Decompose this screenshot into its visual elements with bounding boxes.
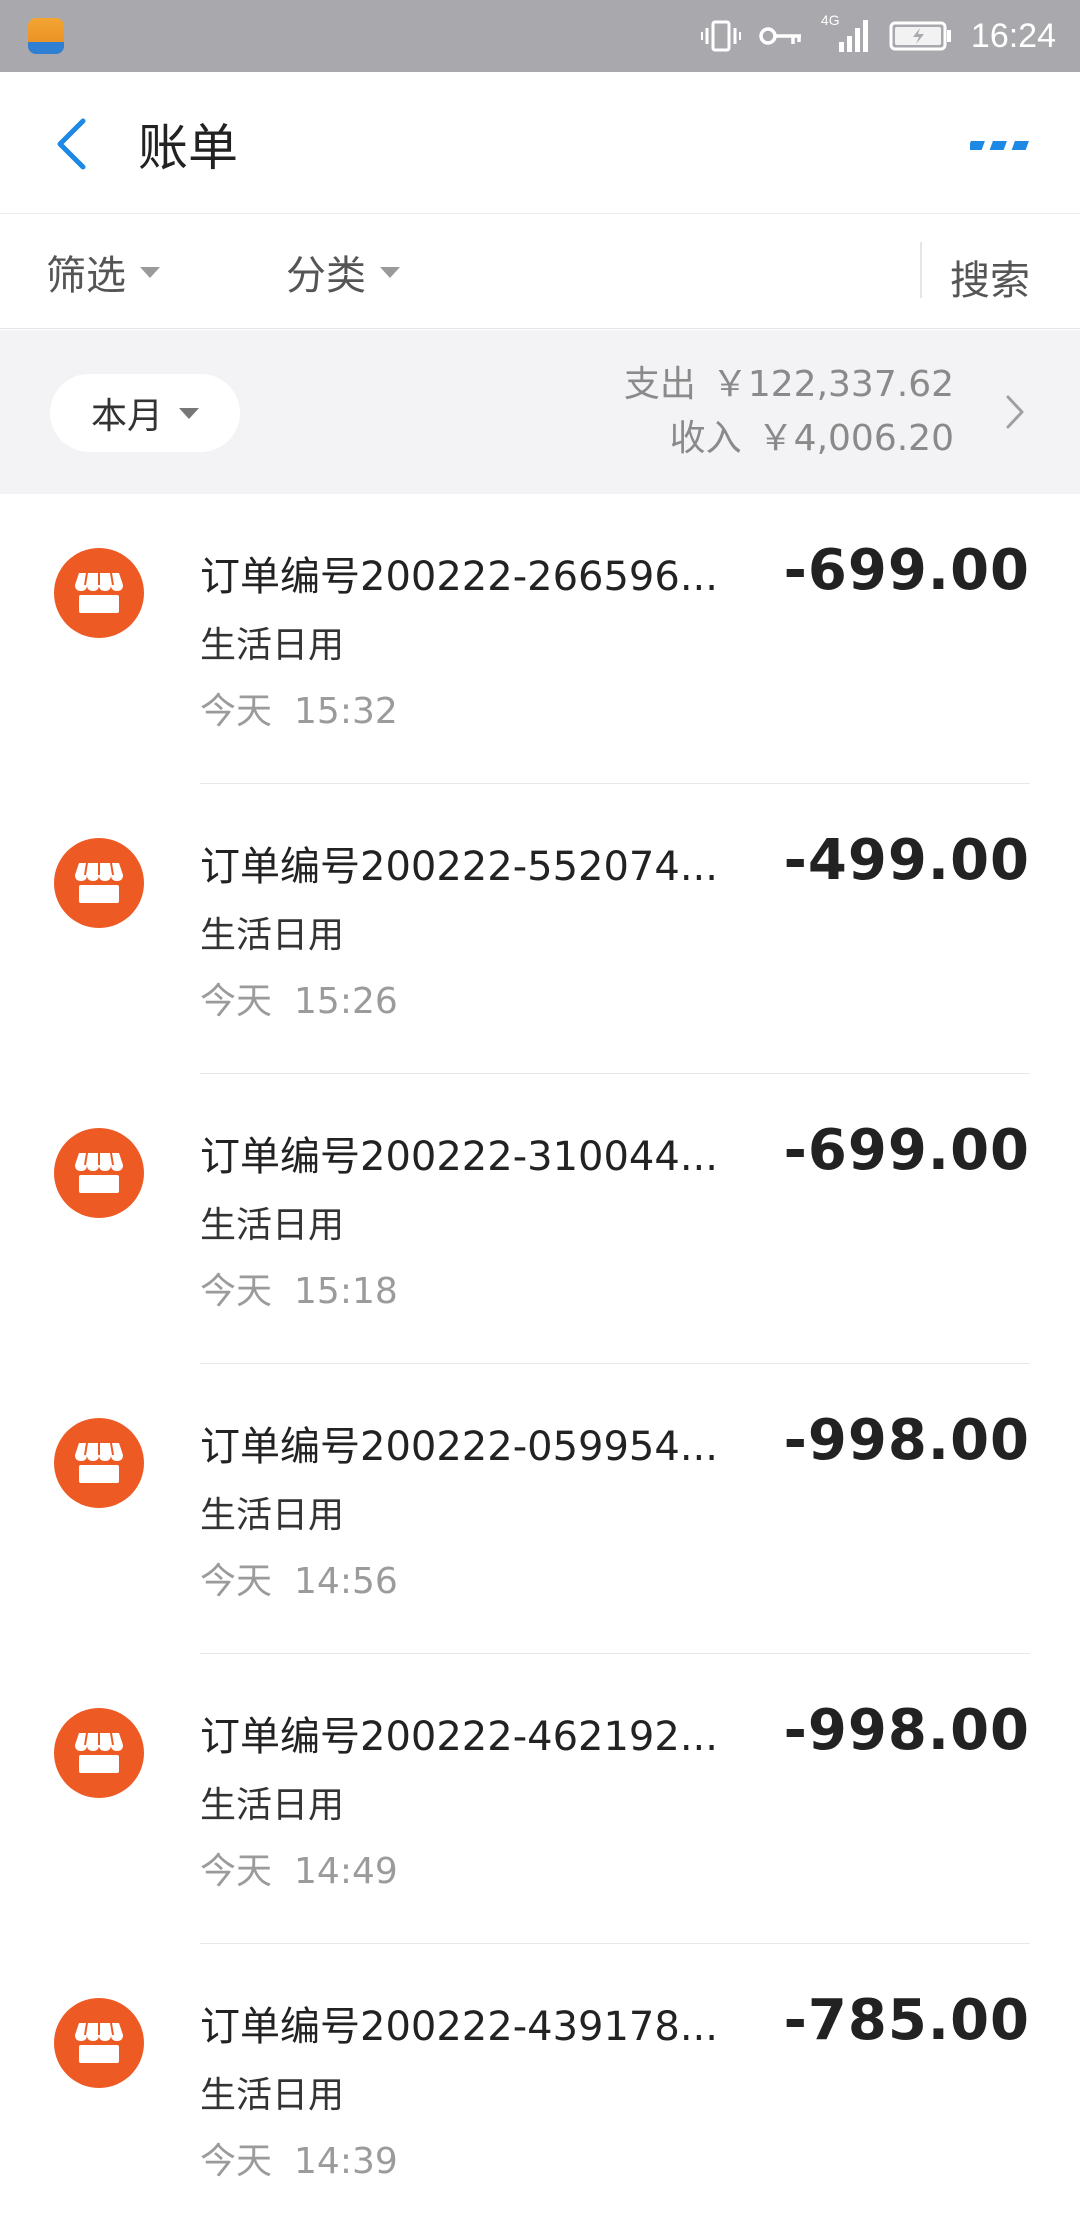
transaction-amount: -998.00 [783, 1408, 1030, 1473]
income-label: 收入 [669, 418, 742, 459]
transaction-row[interactable]: 订单编号200222-310044... -699.00 生活日用 今天 15:1… [0, 1074, 1080, 1364]
transaction-time: 今天 15:18 [200, 1262, 398, 1314]
vibrate-icon [700, 18, 741, 54]
caret-down-icon [179, 407, 199, 419]
transaction-title: 订单编号200222-310044... [200, 1134, 718, 1180]
transaction-category: 生活日用 [200, 2075, 345, 2116]
transaction-title: 订单编号200222-439178... [200, 2004, 718, 2050]
network-type: 4G [820, 12, 840, 28]
battery-icon [889, 21, 953, 51]
transaction-amount: -785.00 [783, 1988, 1030, 2053]
transaction-title: 订单编号200222-552074... [200, 844, 718, 890]
expense-value: ￥122,337.62 [711, 364, 954, 405]
transaction-title: 订单编号200222-462192... [200, 1714, 718, 1760]
transaction-title: 订单编号200222-059954... [200, 1424, 718, 1470]
transaction-time: 今天 14:49 [200, 1842, 398, 1894]
transaction-category: 生活日用 [200, 1785, 345, 1826]
transaction-row[interactable]: 订单编号200222-059954... -998.00 生活日用 今天 14:5… [0, 1364, 1080, 1654]
status-time: 16:24 [970, 16, 1056, 55]
transaction-amount: -998.00 [783, 1698, 1030, 1763]
transaction-row[interactable]: 订单编号200222-462192... -998.00 生活日用 今天 14:4… [0, 1654, 1080, 1944]
transaction-title: 订单编号200222-266596... [200, 554, 718, 600]
shop-icon [54, 1128, 144, 1218]
shop-icon [54, 1418, 144, 1508]
transaction-clock: 14:56 [294, 1561, 398, 1602]
transaction-day: 今天 [200, 2141, 273, 2182]
filter-label: 筛选 [46, 253, 126, 299]
chevron-right-icon [1006, 395, 1024, 429]
transaction-day: 今天 [200, 1851, 273, 1892]
transaction-row[interactable]: 订单编号200222-266596... -699.00 生活日用 今天 15:3… [0, 494, 1080, 784]
transaction-clock: 14:39 [294, 2141, 398, 2182]
app-icon [28, 18, 64, 54]
transaction-amount: -699.00 [783, 1118, 1030, 1183]
transaction-day: 今天 [200, 981, 273, 1022]
transaction-time: 今天 14:56 [200, 1552, 398, 1604]
back-button[interactable] [46, 112, 96, 176]
income-value: ￥4,006.20 [757, 418, 954, 459]
transaction-row[interactable]: 订单编号200222-552074... -499.00 生活日用 今天 15:2… [0, 784, 1080, 1074]
more-dots-icon [970, 141, 1029, 150]
transaction-category: 生活日用 [200, 915, 345, 956]
transaction-clock: 15:26 [294, 981, 398, 1022]
transaction-amount: -699.00 [783, 538, 1030, 603]
divider [920, 242, 922, 298]
shop-icon [54, 1708, 144, 1798]
shop-icon [54, 838, 144, 928]
transaction-category: 生活日用 [200, 1205, 345, 1246]
chevron-left-icon [57, 118, 86, 170]
month-summary: 本月 支出 ￥122,337.62 收入 ￥4,006.20 [0, 330, 1080, 494]
transaction-category: 生活日用 [200, 1495, 345, 1536]
key-icon [759, 23, 803, 49]
transaction-clock: 14:49 [294, 1851, 398, 1892]
page-title: 账单 [138, 119, 238, 177]
filter-bar: 筛选 分类 搜索 [0, 214, 1080, 329]
transaction-time: 今天 15:32 [200, 682, 398, 734]
totals[interactable]: 支出 ￥122,337.62 收入 ￥4,006.20 [624, 358, 954, 466]
transaction-day: 今天 [200, 1561, 273, 1602]
category-dropdown[interactable]: 分类 [286, 248, 400, 299]
transaction-clock: 15:18 [294, 1271, 398, 1312]
transaction-row[interactable]: 订单编号200222-439178... -785.00 生活日用 今天 14:3… [0, 1944, 1080, 2234]
transaction-clock: 15:32 [294, 691, 398, 732]
caret-down-icon [140, 266, 160, 278]
transaction-list: 订单编号200222-266596... -699.00 生活日用 今天 15:3… [0, 494, 1080, 2234]
shop-icon [54, 1998, 144, 2088]
transaction-category: 生活日用 [200, 625, 345, 666]
month-selector[interactable]: 本月 [50, 374, 240, 452]
income-total: 收入 ￥4,006.20 [624, 412, 954, 466]
transaction-time: 今天 15:26 [200, 972, 398, 1024]
filter-dropdown[interactable]: 筛选 [46, 248, 160, 299]
expense-total: 支出 ￥122,337.62 [624, 358, 954, 412]
shop-icon [54, 548, 144, 638]
month-label: 本月 [90, 396, 163, 437]
transaction-amount: -499.00 [783, 828, 1030, 893]
signal-icon: 4G [821, 12, 871, 54]
transaction-day: 今天 [200, 1271, 273, 1312]
search-button[interactable]: 搜索 [950, 248, 1030, 304]
category-label: 分类 [286, 253, 366, 299]
summary-detail-button[interactable] [1000, 392, 1030, 432]
transaction-time: 今天 14:39 [200, 2132, 398, 2184]
status-bar: 4G 16:24 [0, 0, 1080, 72]
transaction-day: 今天 [200, 691, 273, 732]
expense-label: 支出 [623, 364, 696, 405]
more-button[interactable] [968, 130, 1034, 160]
caret-down-icon [380, 266, 400, 278]
top-app-bar: 账单 [0, 72, 1080, 214]
